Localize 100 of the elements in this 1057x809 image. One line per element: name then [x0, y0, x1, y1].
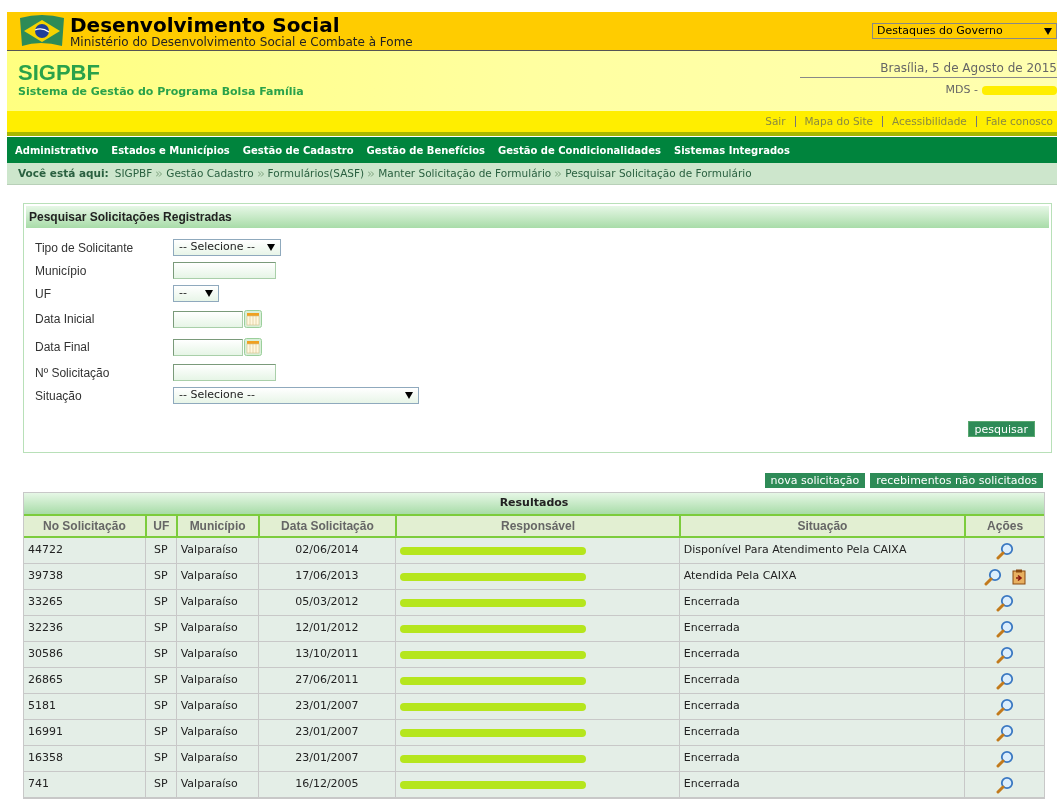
column-header: UF [144, 516, 176, 536]
calendar-icon[interactable] [244, 338, 262, 356]
column-header: Responsável [395, 516, 679, 536]
header-link[interactable]: Mapa do Site [804, 116, 874, 127]
chevron-icon [555, 170, 562, 177]
table-cell: 23/01/2007 [295, 698, 359, 715]
system-title: SIGPBF [18, 62, 101, 84]
table-cell: 44722 [28, 542, 63, 559]
calendar-icon[interactable] [244, 310, 262, 328]
menu-item[interactable]: Gestão de Benefícios [366, 142, 486, 158]
action-button[interactable]: recebimentos não solicitados [870, 473, 1043, 488]
breadcrumb-link[interactable]: Manter Solicitação de Formulário [378, 165, 552, 182]
field-label: Situação [35, 387, 83, 405]
field-label: Tipo de Solicitante [35, 239, 135, 257]
table-cell: 30586 [28, 646, 63, 663]
table-cell: Valparaíso [180, 750, 238, 767]
menu-item[interactable]: Gestão de Cadastro [242, 142, 354, 158]
table-cell: 27/06/2011 [295, 672, 359, 689]
input-field[interactable] [173, 364, 276, 381]
table-cell: SP [153, 568, 168, 585]
table-cell: Valparaíso [180, 724, 238, 741]
table-cell: SP [153, 646, 168, 663]
table-cell: 05/03/2012 [295, 594, 359, 611]
dropdown[interactable]: -- [173, 285, 219, 302]
search-icon[interactable] [995, 723, 1014, 742]
column-header: Situação [678, 516, 965, 536]
search-button[interactable]: pesquisar [967, 421, 1035, 437]
table-cell: Encerrada [683, 594, 740, 611]
table-cell: Valparaíso [180, 542, 238, 559]
table-cell: Valparaíso [180, 698, 238, 715]
table-cell: 33265 [28, 594, 63, 611]
table-cell: SP [153, 698, 168, 715]
menu-item[interactable]: Gestão de Condicionalidades [498, 142, 661, 158]
header-link[interactable]: Fale conosco [985, 116, 1053, 127]
search-icon[interactable] [995, 593, 1014, 612]
chevron-icon [368, 170, 375, 177]
table-cell: 5181 [28, 698, 56, 715]
dropdown[interactable]: -- Selecione -- [173, 239, 281, 256]
table-cell: Valparaíso [180, 672, 238, 689]
date-text: Brasília, 5 de Agosto de 2015 [800, 59, 1057, 78]
menu-item[interactable]: Estados e Municípios [111, 142, 230, 158]
search-icon[interactable] [995, 671, 1014, 690]
table-cell: Valparaíso [180, 620, 238, 637]
clipboard-icon[interactable] [1011, 568, 1026, 585]
table-cell: 16991 [28, 724, 63, 741]
date-field[interactable] [173, 338, 243, 356]
action-button[interactable]: nova solicitação [764, 473, 866, 488]
header-link[interactable]: Acessibilidade [892, 116, 967, 127]
table-cell: SP [153, 594, 168, 611]
caret-icon [1044, 27, 1052, 35]
field-label: Nº Solicitação [35, 364, 111, 382]
table-cell: 23/01/2007 [295, 750, 359, 767]
search-icon[interactable] [995, 749, 1014, 768]
field-label: Município [35, 262, 88, 280]
table-cell: SP [153, 776, 168, 793]
menu-item[interactable]: Sistemas Integrados [673, 142, 790, 158]
table-cell: Encerrada [683, 724, 740, 741]
user-label: MDS - [945, 82, 978, 98]
caret-icon [405, 392, 413, 399]
table-cell: 16/12/2005 [295, 776, 359, 793]
column-header: Data Solicitação [257, 516, 396, 536]
search-icon[interactable] [995, 619, 1014, 638]
table-cell: 26865 [28, 672, 63, 689]
breadcrumb-link[interactable]: SIGPBF [114, 165, 153, 182]
breadcrumb-link[interactable]: Pesquisar Solicitação de Formulário [565, 165, 752, 182]
field-label: Data Inicial [35, 311, 96, 328]
search-icon[interactable] [983, 567, 1002, 586]
table-cell: 741 [28, 776, 49, 793]
table-cell: SP [153, 672, 168, 689]
table-caption: Resultados [24, 493, 1044, 514]
menu-item[interactable]: Administrativo [15, 142, 99, 158]
search-icon[interactable] [995, 697, 1014, 716]
breadcrumb-link[interactable]: Gestão Cadastro [166, 165, 254, 182]
header-link[interactable]: Sair [765, 116, 786, 127]
column-header: Ações [964, 516, 1044, 536]
field-label: UF [35, 285, 52, 303]
panel-title: Pesquisar Solicitações Registradas [26, 206, 1049, 228]
input-field[interactable] [173, 262, 276, 279]
table-cell: SP [153, 620, 168, 637]
table-cell: Encerrada [683, 620, 740, 637]
search-icon[interactable] [995, 775, 1014, 794]
dropdown[interactable]: Destaques do Governo [872, 23, 1057, 39]
table-cell: 23/01/2007 [295, 724, 359, 741]
table-cell: SP [153, 724, 168, 741]
table-cell: Valparaíso [180, 776, 238, 793]
breadcrumb-link[interactable]: Formulários(SASF) [267, 165, 365, 182]
caret-icon [205, 290, 213, 297]
search-icon[interactable] [995, 541, 1014, 560]
table-cell: Encerrada [683, 646, 740, 663]
table-cell: Valparaíso [180, 646, 238, 663]
site-subtitle: Ministério do Desenvolvimento Social e Combate à Fome [70, 35, 413, 48]
table-cell: SP [153, 750, 168, 767]
table-cell: Encerrada [683, 672, 740, 689]
search-icon[interactable] [995, 645, 1014, 664]
date-field[interactable] [173, 310, 243, 328]
table-cell: 32236 [28, 620, 63, 637]
table-cell: 39738 [28, 568, 63, 585]
dropdown[interactable]: -- Selecione -- [173, 387, 419, 404]
table-cell: Disponível Para Atendimento Pela CAIXA [683, 542, 907, 559]
breadcrumb-label: Você está aqui: [18, 165, 109, 181]
